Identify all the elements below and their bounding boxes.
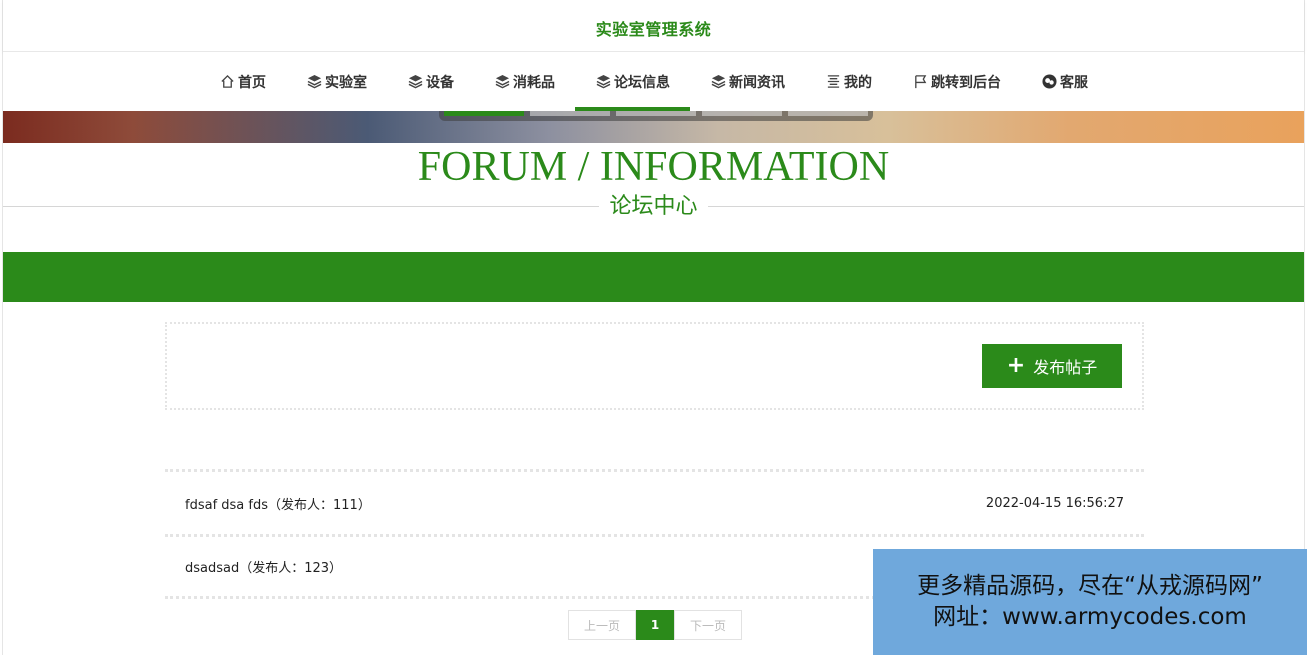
site-title[interactable]: 实验室管理系统 [596,16,712,40]
main-nav: 首页 实验室 设备 消耗品 论坛信息 新闻资讯 我的 跳转到后台 客服 [3,52,1304,111]
nav-item-label: 新闻资讯 [729,74,785,91]
nav-item-lab[interactable]: 实验室 [286,52,387,111]
plus-icon: + [1006,353,1026,378]
carousel-indicators [439,111,873,121]
nav-item-label: 跳转到后台 [931,74,1001,91]
pagination: 上一页 1 下一页 [568,610,742,640]
top-header: 实验室管理系统 [3,0,1304,52]
post-title[interactable]: dsadsad（发布人：123） [185,557,342,576]
home-icon [219,74,235,90]
carousel-dot[interactable] [788,111,868,116]
nav-item-label: 实验室 [325,74,367,91]
watermark-overlay: 更多精品源码，尽在“从戎源码网” 网址：www.armycodes.com [873,549,1307,655]
carousel-dot[interactable] [444,111,524,116]
chat-icon [1041,74,1057,90]
section-title-en: FORUM / INFORMATION [417,144,890,190]
nav-item-label: 客服 [1060,74,1088,91]
layers-icon [494,74,510,90]
nav-item-label: 我的 [844,74,872,91]
carousel-dot[interactable] [616,111,696,116]
green-band [3,252,1304,302]
carousel-dot[interactable] [702,111,782,116]
publish-post-button[interactable]: + 发布帖子 [982,344,1122,388]
layers-icon [407,74,423,90]
layers-icon [306,74,322,90]
banner-carousel [3,111,1304,143]
list-icon [825,74,841,90]
list-item[interactable]: fdsaf dsa fds（发布人：111） 2022-04-15 16:56:… [165,469,1144,534]
nav-item-label: 消耗品 [513,74,555,91]
post-date: 2022-04-15 16:56:27 [985,495,1124,511]
section-title-cn: 论坛中心 [599,192,708,222]
layers-icon [595,74,611,90]
nav-item-news[interactable]: 新闻资讯 [690,52,805,111]
next-page-button[interactable]: 下一页 [674,610,742,640]
toolbar-box: + 发布帖子 [165,322,1144,410]
nav-item-equipment[interactable]: 设备 [387,52,474,111]
nav-item-home[interactable]: 首页 [199,52,286,111]
section-title-cn-wrap: 论坛中心 [3,192,1304,222]
post-title[interactable]: fdsaf dsa fds（发布人：111） [185,494,371,513]
layers-icon [710,74,726,90]
nav-item-admin[interactable]: 跳转到后台 [892,52,1021,111]
page-number-button[interactable]: 1 [636,610,674,640]
nav-item-label: 首页 [238,74,266,91]
watermark-line: 更多精品源码，尽在“从戎源码网” [917,573,1263,599]
nav-item-mine[interactable]: 我的 [805,52,892,111]
carousel-dot[interactable] [530,111,610,116]
prev-page-button[interactable]: 上一页 [568,610,636,640]
nav-item-forum[interactable]: 论坛信息 [575,52,690,111]
nav-item-service[interactable]: 客服 [1021,52,1108,111]
flag-icon [912,74,928,90]
publish-post-label: 发布帖子 [1033,358,1098,377]
watermark-line: 网址：www.armycodes.com [933,604,1247,630]
nav-item-label: 论坛信息 [614,74,670,91]
nav-item-label: 设备 [426,74,454,91]
nav-item-consumables[interactable]: 消耗品 [474,52,575,111]
